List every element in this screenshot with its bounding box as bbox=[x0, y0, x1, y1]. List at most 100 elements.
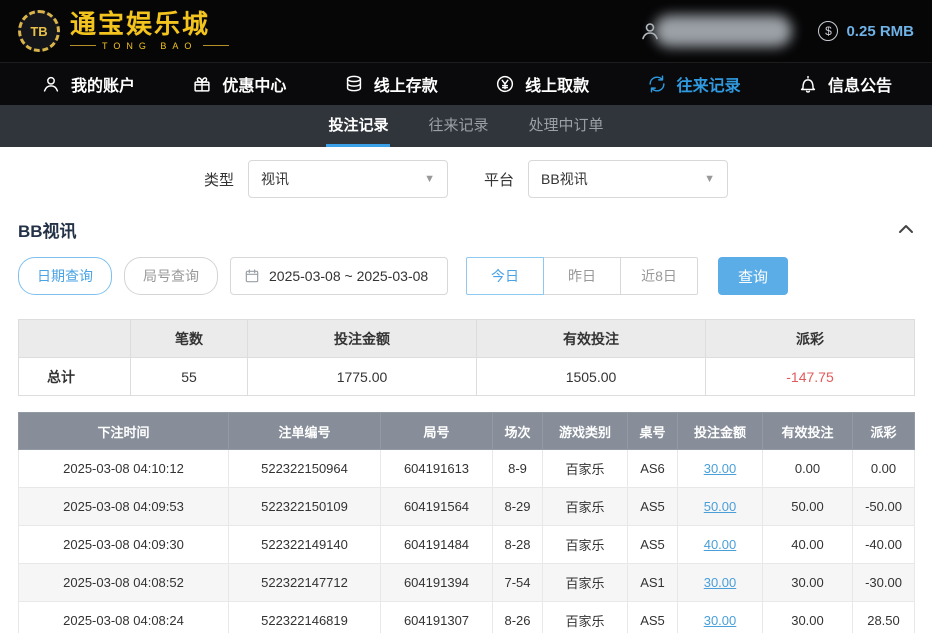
summary-table: 笔数 投注金额 有效投注 派彩 总计 55 1775.00 1505.00 -1… bbox=[18, 319, 915, 396]
bet-amount-link[interactable]: 30.00 bbox=[704, 575, 737, 590]
bet-amount-link[interactable]: 30.00 bbox=[704, 613, 737, 628]
tab-label: 往来记录 bbox=[428, 114, 488, 135]
bet-amount-link[interactable]: 40.00 bbox=[704, 537, 737, 552]
withdraw-icon bbox=[494, 73, 516, 95]
bet-time-cell: 2025-03-08 04:09:53 bbox=[19, 488, 229, 526]
round-number-cell: 604191394 bbox=[381, 564, 493, 602]
sub-nav: 投注记录 往来记录 处理中订单 bbox=[0, 105, 932, 147]
payout-cell: -50.00 bbox=[853, 488, 915, 526]
table-number-cell: AS5 bbox=[628, 488, 678, 526]
bet-amount-link[interactable]: 50.00 bbox=[704, 499, 737, 514]
summary-bet-amount: 1775.00 bbox=[248, 358, 477, 396]
bet-amount-link[interactable]: 30.00 bbox=[704, 461, 737, 476]
bet-amount-cell: 40.00 bbox=[678, 526, 763, 564]
round-query-button[interactable]: 局号查询 bbox=[124, 257, 218, 295]
logo[interactable]: TB 通宝娱乐城 TONG BAO bbox=[18, 10, 229, 52]
platform-select-value: BB视讯 bbox=[541, 169, 588, 189]
round-number-cell: 604191307 bbox=[381, 602, 493, 633]
valid-bet-cell: 50.00 bbox=[763, 488, 853, 526]
records-icon bbox=[646, 73, 668, 95]
order-number-cell: 522322150109 bbox=[229, 488, 381, 526]
game-type-cell: 百家乐 bbox=[543, 526, 628, 564]
bet-amount-cell: 30.00 bbox=[678, 450, 763, 488]
nav-label: 线上存款 bbox=[374, 72, 438, 96]
summary-header-valid-bet: 有效投注 bbox=[477, 320, 706, 358]
nav-item-promotions[interactable]: 优惠中心 bbox=[191, 72, 286, 96]
valid-bet-cell: 40.00 bbox=[763, 526, 853, 564]
bet-table-body: 2025-03-08 04:10:12 522322150964 6041916… bbox=[19, 450, 915, 633]
col-bet-time: 下注时间 bbox=[19, 413, 229, 450]
nav-label: 优惠中心 bbox=[222, 72, 286, 96]
round-number-cell: 604191564 bbox=[381, 488, 493, 526]
summary-total-label: 总计 bbox=[19, 358, 131, 396]
last-8-days-button[interactable]: 近8日 bbox=[620, 257, 698, 295]
col-session: 场次 bbox=[493, 413, 543, 450]
main-nav: 我的账户 优惠中心 线上存款 线上取款 往来记录 信息公告 bbox=[0, 62, 932, 105]
bet-amount-cell: 30.00 bbox=[678, 602, 763, 633]
nav-item-my-account[interactable]: 我的账户 bbox=[40, 72, 135, 96]
top-header: TB 通宝娱乐城 TONG BAO $ 0.25 RMB bbox=[0, 0, 932, 62]
game-type-cell: 百家乐 bbox=[543, 602, 628, 633]
payout-cell: -30.00 bbox=[853, 564, 915, 602]
summary-header-payout: 派彩 bbox=[706, 320, 915, 358]
tab-label: 处理中订单 bbox=[529, 114, 604, 135]
nav-item-records[interactable]: 往来记录 bbox=[646, 72, 741, 96]
table-row: 2025-03-08 04:08:52 522322147712 6041913… bbox=[19, 564, 915, 602]
type-select[interactable]: 视讯 ▼ bbox=[248, 160, 448, 198]
nav-item-withdraw[interactable]: 线上取款 bbox=[494, 72, 589, 96]
tab-bet-records[interactable]: 投注记录 bbox=[326, 105, 390, 147]
col-game-type: 游戏类别 bbox=[543, 413, 628, 450]
col-round-number: 局号 bbox=[381, 413, 493, 450]
decorative-line bbox=[203, 45, 229, 46]
order-number-cell: 522322149140 bbox=[229, 526, 381, 564]
session-cell: 8-29 bbox=[493, 488, 543, 526]
user-icon bbox=[40, 73, 62, 95]
nav-label: 信息公告 bbox=[828, 72, 892, 96]
collapse-chevron-up-icon[interactable] bbox=[898, 224, 914, 234]
type-filter-group: 类型 视讯 ▼ bbox=[204, 160, 448, 198]
logo-subtitle-row: TONG BAO bbox=[70, 41, 229, 51]
bet-time-cell: 2025-03-08 04:09:30 bbox=[19, 526, 229, 564]
nav-item-announcements[interactable]: 信息公告 bbox=[797, 72, 892, 96]
game-type-cell: 百家乐 bbox=[543, 450, 628, 488]
yesterday-button[interactable]: 昨日 bbox=[543, 257, 621, 295]
blurred-username bbox=[654, 15, 792, 47]
casino-chip-icon: TB bbox=[18, 10, 60, 52]
logo-text: 通宝娱乐城 TONG BAO bbox=[70, 11, 229, 50]
payout-cell: -40.00 bbox=[853, 526, 915, 564]
nav-item-deposit[interactable]: 线上存款 bbox=[343, 72, 438, 96]
user-account-area[interactable] bbox=[638, 15, 792, 47]
game-type-cell: 百家乐 bbox=[543, 488, 628, 526]
summary-valid-bet: 1505.00 bbox=[477, 358, 706, 396]
currency-symbol: $ bbox=[825, 24, 832, 38]
section-title: BB视讯 bbox=[18, 217, 77, 242]
platform-select[interactable]: BB视讯 ▼ bbox=[528, 160, 728, 198]
date-range-input[interactable]: 2025-03-08 ~ 2025-03-08 bbox=[230, 257, 448, 295]
valid-bet-cell: 0.00 bbox=[763, 450, 853, 488]
summary-payout: -147.75 bbox=[706, 358, 915, 396]
col-table-number: 桌号 bbox=[628, 413, 678, 450]
bet-time-cell: 2025-03-08 04:10:12 bbox=[19, 450, 229, 488]
search-button[interactable]: 查询 bbox=[718, 257, 788, 295]
session-cell: 8-9 bbox=[493, 450, 543, 488]
toolbar: 日期查询 局号查询 2025-03-08 ~ 2025-03-08 今日 昨日 … bbox=[18, 257, 914, 295]
today-button[interactable]: 今日 bbox=[466, 257, 544, 295]
bet-time-cell: 2025-03-08 04:08:52 bbox=[19, 564, 229, 602]
currency-coin-icon: $ bbox=[818, 21, 838, 41]
payout-cell: 0.00 bbox=[853, 450, 915, 488]
date-query-button[interactable]: 日期查询 bbox=[18, 257, 112, 295]
decorative-line bbox=[70, 45, 96, 46]
nav-label: 往来记录 bbox=[677, 72, 741, 96]
valid-bet-cell: 30.00 bbox=[763, 602, 853, 633]
gift-icon bbox=[191, 73, 213, 95]
bet-amount-cell: 30.00 bbox=[678, 564, 763, 602]
game-type-cell: 百家乐 bbox=[543, 564, 628, 602]
summary-payout-value: -147.75 bbox=[786, 369, 833, 385]
tab-pending-orders[interactable]: 处理中订单 bbox=[527, 105, 606, 147]
balance: $ 0.25 RMB bbox=[818, 21, 914, 41]
valid-bet-cell: 30.00 bbox=[763, 564, 853, 602]
summary-header-blank bbox=[19, 320, 131, 358]
platform-filter-group: 平台 BB视讯 ▼ bbox=[484, 160, 728, 198]
nav-label: 线上取款 bbox=[525, 72, 589, 96]
tab-transaction-records[interactable]: 往来记录 bbox=[426, 105, 490, 147]
